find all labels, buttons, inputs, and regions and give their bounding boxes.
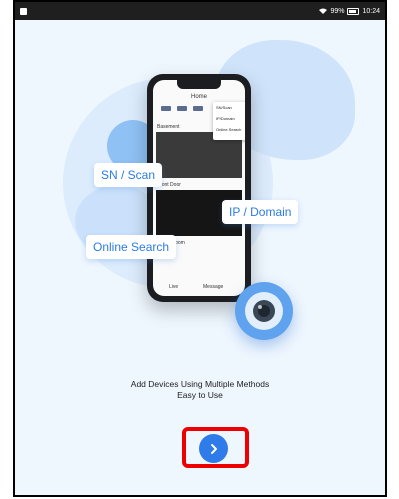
phone-nav-message: Message — [203, 284, 224, 290]
wifi-icon — [319, 8, 328, 14]
phone-playback-icon — [177, 106, 187, 111]
status-time: 10:24 — [362, 7, 380, 15]
ip-domain-label: IP / Domain — [222, 200, 299, 224]
onboarding-caption: Add Devices Using Multiple Methods Easy … — [15, 379, 385, 401]
camera-lens-icon — [235, 282, 293, 340]
phone-menu-ip-domain: IP/Domain — [216, 116, 235, 121]
online-search-label: Online Search — [86, 235, 177, 259]
camera-lens-graphic — [245, 292, 283, 330]
onboarding-content: Home Basement Front Door Living Room Liv… — [15, 20, 385, 495]
next-button[interactable] — [199, 434, 228, 463]
phone-nav-live: Live — [169, 284, 179, 290]
app-frame: 99% 10:24 Home Basement Front Door Livin… — [13, 0, 387, 497]
status-left — [20, 7, 27, 15]
phone-add-menu: SN/Scan IP/Domain Online Search — [213, 102, 245, 140]
phone-home-title: Home — [191, 94, 208, 100]
sn-scan-label: SN / Scan — [94, 163, 163, 187]
battery-icon — [347, 7, 360, 15]
phone-illustration: Home Basement Front Door Living Room Liv… — [147, 74, 251, 302]
phone-device-icon — [161, 106, 171, 111]
phone-menu-sn-scan: SN/Scan — [216, 105, 232, 110]
phone-screen: Home Basement Front Door Living Room Liv… — [153, 80, 245, 296]
chevron-right-icon — [210, 443, 217, 454]
phone-menu-online-search: Online Search — [216, 127, 242, 132]
caption-line-2: Easy to Use — [177, 390, 223, 400]
battery-percent: 99% — [330, 7, 345, 15]
status-right: 99% 10:24 — [319, 7, 380, 15]
phone-room-label: Basement — [157, 124, 180, 130]
phone-favorites-icon — [193, 106, 203, 111]
caption-line-1: Add Devices Using Multiple Methods — [130, 379, 270, 389]
phone-notch — [177, 80, 221, 89]
app-notification-icon — [20, 7, 27, 15]
status-bar: 99% 10:24 — [15, 2, 385, 20]
